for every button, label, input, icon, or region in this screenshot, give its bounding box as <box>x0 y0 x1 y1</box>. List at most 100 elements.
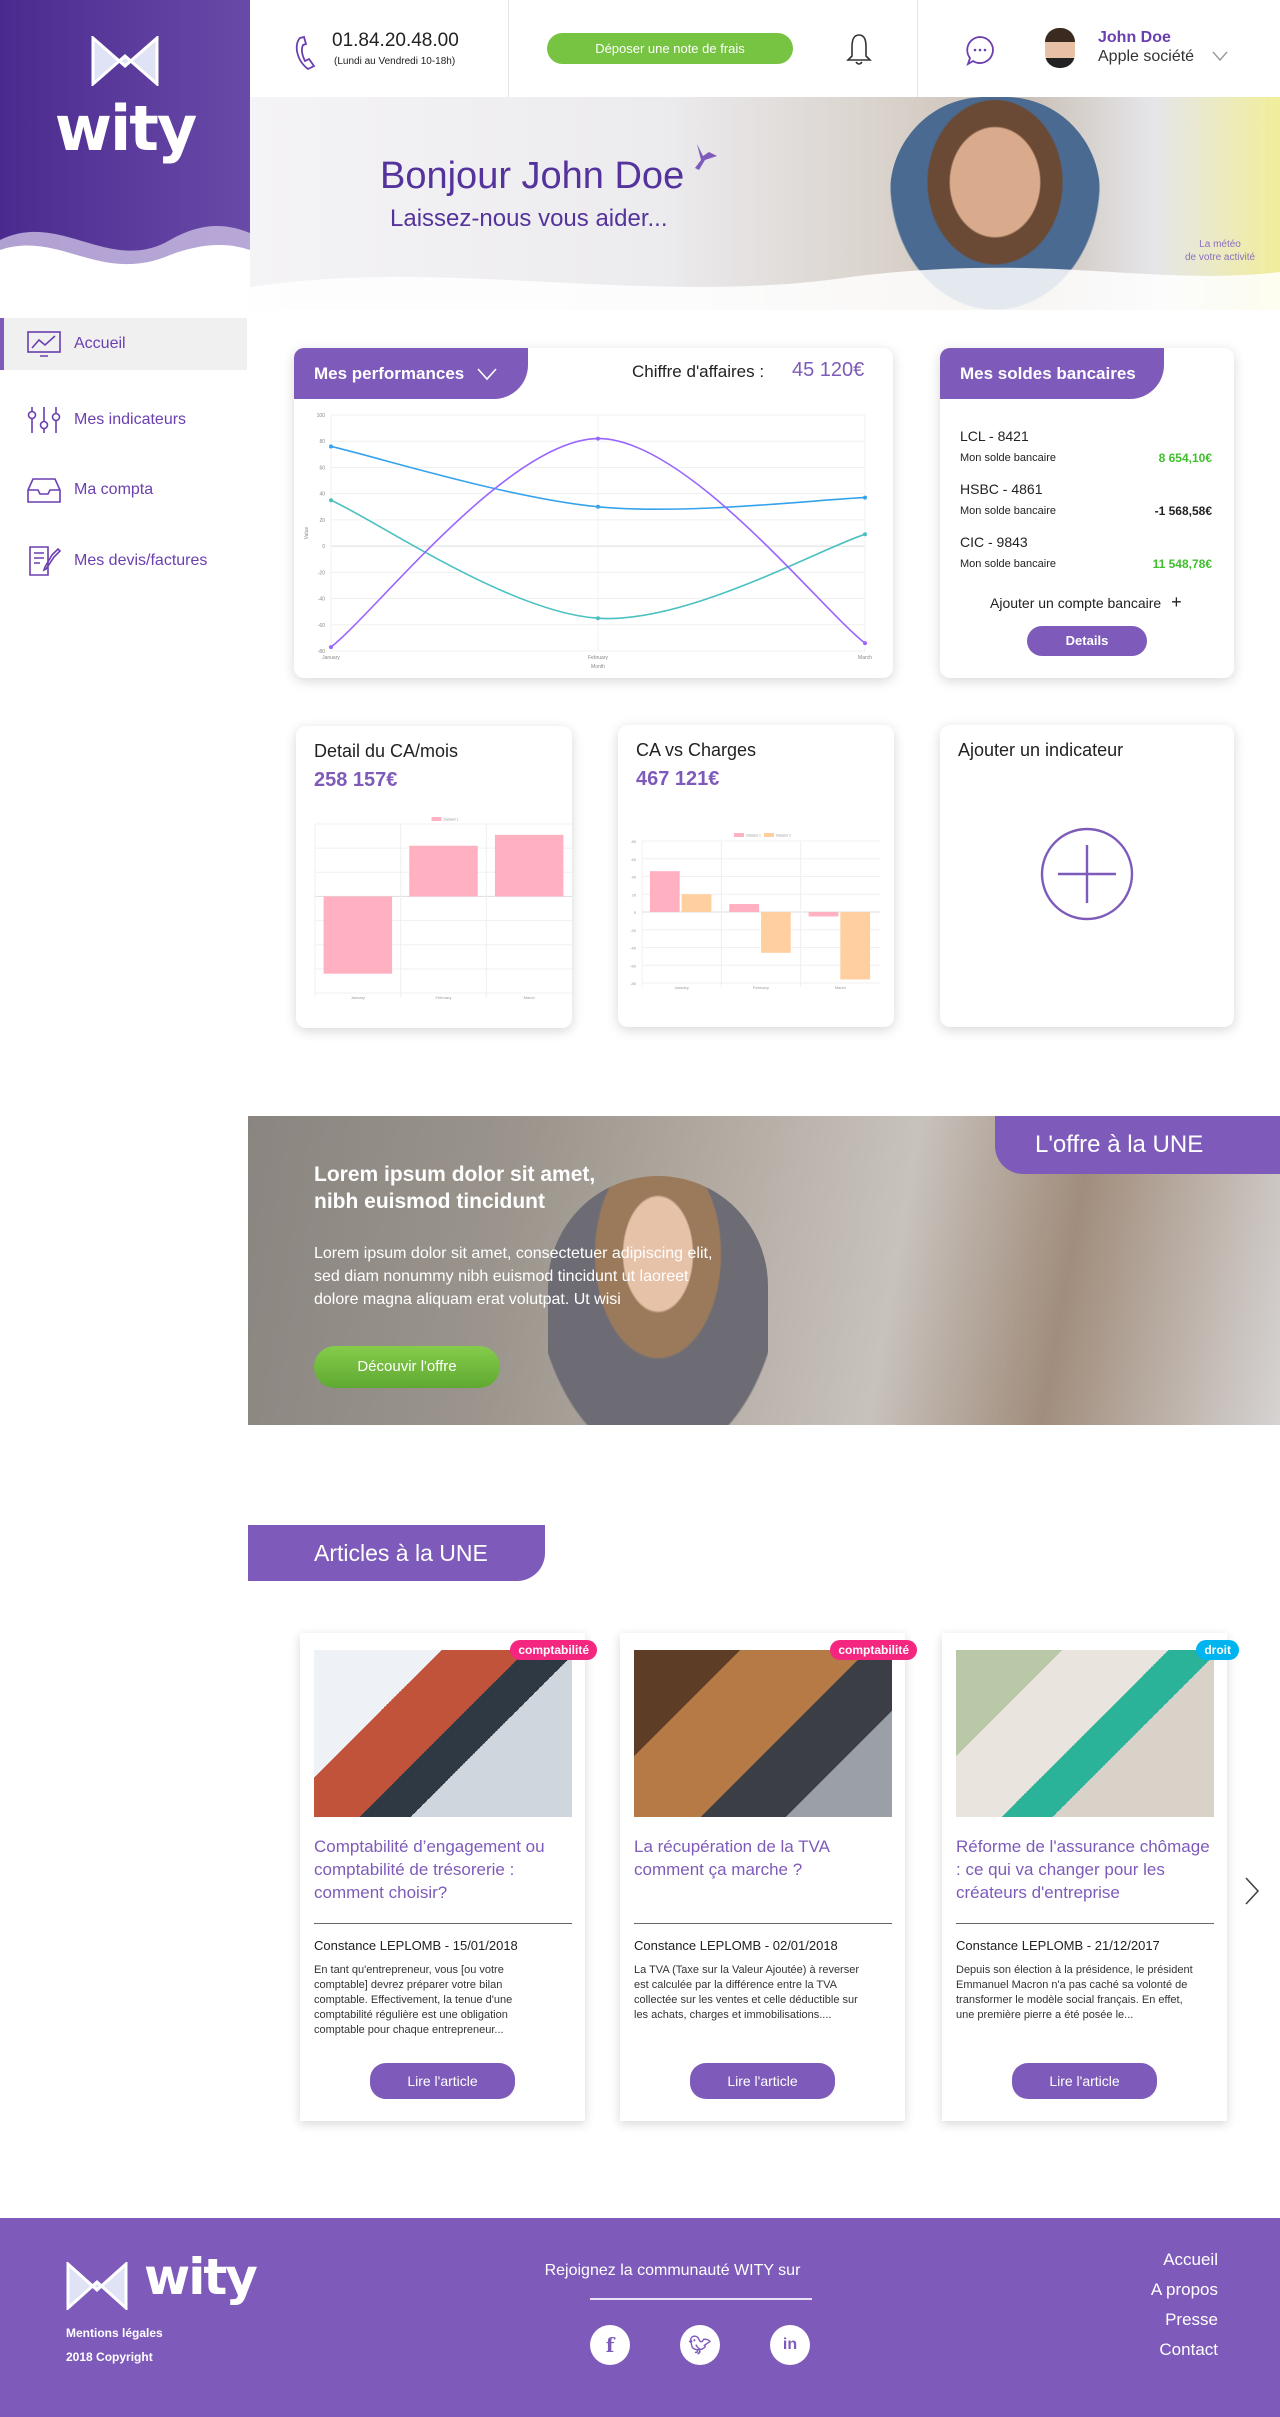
join-community-text: Rejoignez la communauté WITY sur <box>544 2262 801 2279</box>
y-tick-label: -60 <box>318 623 325 629</box>
article-image[interactable] <box>314 1650 572 1817</box>
add-circle-icon[interactable] <box>1040 827 1134 921</box>
footer-link-presse[interactable]: Presse <box>1165 2310 1218 2330</box>
x-tick-label: February <box>588 655 609 661</box>
weather-activity-label[interactable]: La météo de votre activité <box>1185 238 1255 264</box>
y-tick-label: -40 <box>630 946 637 951</box>
bar <box>808 912 839 917</box>
article-image[interactable] <box>634 1650 892 1817</box>
footer-logo-wordmark: wity <box>144 2248 258 2306</box>
bank-account-name[interactable]: HSBC - 4861 <box>960 481 1042 497</box>
y-tick-label: 60 <box>632 857 637 862</box>
offer-banner: Lorem ipsum dolor sit amet, nibh euismod … <box>248 1116 1280 1425</box>
y-tick-label: -20 <box>318 570 325 576</box>
submit-expense-button[interactable]: Déposer une note de frais <box>547 33 793 64</box>
company-name[interactable]: Apple société <box>1098 48 1194 66</box>
divider <box>956 1923 1214 1924</box>
user-name[interactable]: John Doe <box>1098 29 1171 47</box>
chat-icon[interactable] <box>964 34 996 66</box>
copyright: 2018 Copyright <box>66 2350 153 2364</box>
offer-tag: L'offre à la UNE <box>995 1116 1280 1174</box>
avatar[interactable] <box>1045 28 1075 68</box>
footer-link-contact[interactable]: Contact <box>1159 2340 1218 2360</box>
phone-hours: (Lundi au Vendredi 10-18h) <box>334 56 456 67</box>
bar <box>681 894 712 912</box>
bar <box>840 912 871 980</box>
y-tick-label: 60 <box>319 465 325 471</box>
x-tick-label: February <box>435 995 451 1000</box>
article-image[interactable] <box>956 1650 1214 1817</box>
bell-icon[interactable] <box>846 32 872 66</box>
article-category-badge: comptabilité <box>510 1640 597 1660</box>
x-tick-label: February <box>753 985 769 990</box>
sidebar-item-label: Mes indicateurs <box>74 411 187 428</box>
monitor-chart-icon <box>27 331 61 357</box>
sidebar-item-label: Ma compta <box>74 481 154 498</box>
article-title[interactable]: Réforme de l'assurance chômage : ce qui … <box>956 1835 1218 1904</box>
bank-balance-value: -1 568,58€ <box>1154 504 1212 518</box>
sidebar-item-mes-devis-factures[interactable]: Mes devis/factures <box>0 535 247 587</box>
sidebar-item-accueil[interactable]: Accueil <box>0 318 247 370</box>
article-card: comptabilité La récupération de la TVA c… <box>620 1633 917 2121</box>
logo-wordmark: wity <box>54 92 198 165</box>
read-article-button[interactable]: Lire l'article <box>1012 2063 1157 2099</box>
bar <box>494 834 564 897</box>
x-tick-label: January <box>351 995 365 1000</box>
footer-link-accueil[interactable]: Accueil <box>1163 2250 1218 2270</box>
ca-month-card: Detail du CA/mois 258 157€ January Februa… <box>296 726 572 1028</box>
divider <box>508 0 509 97</box>
legal-link[interactable]: Mentions légales <box>66 2326 163 2340</box>
data-point <box>596 616 600 621</box>
hero-banner <box>250 97 1280 310</box>
bank-balance-label: Mon solde bancaire <box>960 558 1057 570</box>
add-bank-account-link[interactable]: Ajouter un compte bancaire + <box>990 592 1182 613</box>
ca-vs-charges-card: CA vs Charges 467 121€ -80 -60 -40 -20 0 20 40… <box>618 725 894 1027</box>
facebook-icon[interactable]: f <box>590 2325 630 2365</box>
bank-account-name[interactable]: CIC - 9843 <box>960 534 1028 550</box>
discover-offer-button[interactable]: Découvir l'offre <box>314 1346 500 1388</box>
sidebar-item-ma-compta[interactable]: Ma compta <box>0 464 247 516</box>
sidebar-item-mes-indicateurs[interactable]: Mes indicateurs <box>0 394 247 446</box>
bank-balance-value: 8 654,10€ <box>1158 451 1212 465</box>
wave-decoration <box>250 267 1280 310</box>
add-indicator-card[interactable]: Ajouter un indicateur <box>940 725 1234 1027</box>
card-title: Ajouter un indicateur <box>958 740 1124 760</box>
linkedin-icon[interactable]: in <box>770 2325 810 2365</box>
article-title[interactable]: Comptabilité d’engagement ou comptabilit… <box>314 1835 576 1904</box>
article-category-badge: comptabilité <box>830 1640 917 1660</box>
legend-swatch <box>431 817 442 821</box>
article-title[interactable]: La récupération de la TVA comment ça mar… <box>634 1835 896 1881</box>
offer-title: Lorem ipsum dolor sit amet, nibh euismod … <box>314 1161 595 1215</box>
chevron-right-icon[interactable] <box>1244 1876 1260 1906</box>
footer: wity Mentions légales 2018 Copyright Rej… <box>0 2218 1280 2417</box>
meteo-line: de votre activité <box>1185 252 1256 263</box>
details-button[interactable]: Details <box>1027 626 1147 656</box>
y-tick-label: 40 <box>632 875 637 880</box>
wity-logo-icon <box>66 2262 128 2310</box>
greeting-title: Bonjour John Doe <box>380 155 685 197</box>
legend-swatch <box>734 833 744 837</box>
ca-month-bar-chart: January February March Dataset 1 <box>314 817 572 1000</box>
phone-number[interactable]: 01.84.20.48.00 <box>332 30 459 52</box>
bank-account-name[interactable]: LCL - 8421 <box>960 428 1029 444</box>
bar <box>729 904 759 912</box>
twitter-icon[interactable]: 🐦︎ <box>680 2325 720 2365</box>
bar <box>323 896 393 974</box>
footer-link-a-propos[interactable]: A propos <box>1151 2280 1218 2300</box>
chevron-down-icon[interactable] <box>1212 50 1228 62</box>
y-tick-label: 100 <box>317 413 326 419</box>
wave-decoration <box>0 226 250 290</box>
articles-section-title: Articles à la UNE <box>248 1525 545 1581</box>
phone-icon <box>295 36 316 71</box>
bar <box>761 912 791 953</box>
article-author-date: Constance LEPLOMB - 02/01/2018 <box>634 1938 838 1953</box>
y-axis-label: Value <box>304 527 310 540</box>
bar <box>409 845 478 897</box>
bar <box>649 871 680 912</box>
read-article-button[interactable]: Lire l'article <box>690 2063 835 2099</box>
read-article-button[interactable]: Lire l'article <box>370 2063 515 2099</box>
data-point <box>329 498 333 503</box>
y-tick-label: -80 <box>630 981 637 986</box>
article-excerpt: La TVA (Taxe sur la Valeur Ajoutée) à re… <box>634 1964 860 2021</box>
offer-title-line: nibh euismod tincidunt <box>314 1190 545 1213</box>
